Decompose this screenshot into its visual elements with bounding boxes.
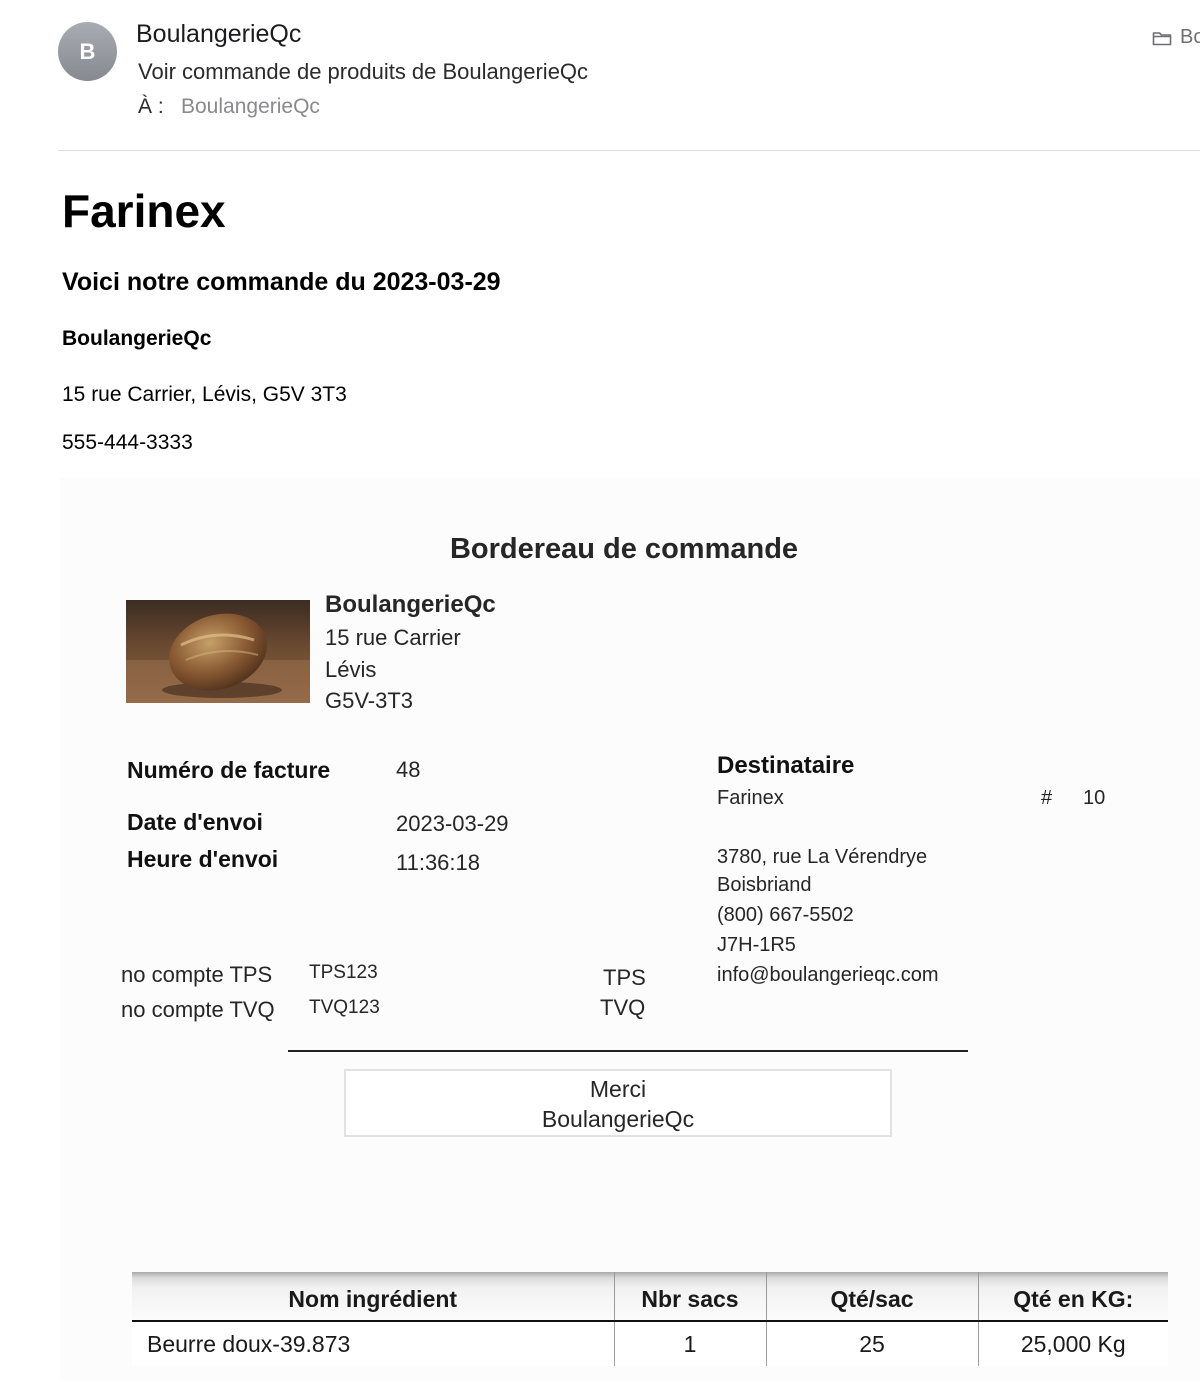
recipient-street: 3780, rue La Vérendrye xyxy=(717,846,928,868)
table-row: Beurre doux-39.873 1 25 25,000 Kg xyxy=(132,1321,1168,1366)
send-date-value: 2023-03-29 xyxy=(396,811,509,836)
recipient-name: Farinex xyxy=(717,787,784,809)
sender-avatar: B xyxy=(58,22,117,81)
company-title: Farinex xyxy=(62,185,226,237)
slip-business-postal: G5V-3T3 xyxy=(325,688,414,713)
sender-name: BoulangerieQc xyxy=(136,20,302,48)
tps-account-label: no compte TPS xyxy=(121,962,273,987)
business-name: BoulangerieQc xyxy=(62,327,212,350)
thanks-box: Merci BoulangerieQc xyxy=(344,1069,892,1137)
thanks-line-2: BoulangerieQc xyxy=(541,1106,695,1132)
order-heading: Voici notre commande du 2023-03-29 xyxy=(62,268,501,296)
column-header: Nbr sacs xyxy=(613,1272,766,1322)
recipient-email[interactable]: info@boulangerieqc.com xyxy=(717,964,939,987)
thanks-line-1: Merci xyxy=(589,1076,647,1102)
recipient-postal: J7H-1R5 xyxy=(717,934,796,956)
slip-title: Bordereau de commande xyxy=(449,533,799,565)
folder-indicator[interactable]: Bo xyxy=(1152,26,1200,49)
bread-image xyxy=(126,600,310,703)
table-header-row: Nom ingrédient Nbr sacs Qté/sac Qté en K… xyxy=(132,1272,1168,1322)
folder-icon xyxy=(1152,30,1172,46)
column-header: Nom ingrédient xyxy=(132,1272,614,1322)
recipient-city: Boisbriand xyxy=(717,874,812,896)
send-time-label: Heure d'envoi xyxy=(127,846,279,872)
slip-business-name: BoulangerieQc xyxy=(325,591,496,618)
slip-business-city: Lévis xyxy=(325,657,377,682)
signature-rule xyxy=(288,1050,968,1052)
qty-per-bag-cell: 25 xyxy=(765,1321,978,1366)
invoice-number-label: Numéro de facture xyxy=(127,757,331,783)
header-divider xyxy=(58,150,1200,151)
column-header: Qté en KG: xyxy=(977,1272,1168,1322)
ingredients-table: Nom ingrédient Nbr sacs Qté/sac Qté en K… xyxy=(132,1272,1168,1366)
folder-label: Bo xyxy=(1180,26,1200,48)
tps-label: TPS xyxy=(603,965,646,990)
email-subject: Voir commande de produits de Boulangerie… xyxy=(138,59,589,84)
qty-kg-cell: 25,000 Kg xyxy=(977,1321,1168,1366)
tps-account-value: TPS123 xyxy=(309,962,378,983)
recipient-value[interactable]: BoulangerieQc xyxy=(181,95,320,119)
tvq-account-label: no compte TVQ xyxy=(121,997,275,1022)
send-date-label: Date d'envoi xyxy=(127,809,263,835)
invoice-number-value: 48 xyxy=(396,757,421,782)
recipient-label: À : xyxy=(138,95,164,118)
recipient-title: Destinataire xyxy=(717,752,855,779)
slip-business-street: 15 rue Carrier xyxy=(325,625,461,650)
recipient-number-sign: # xyxy=(1041,787,1053,809)
business-phone: 555-444-3333 xyxy=(62,431,193,454)
business-address: 15 rue Carrier, Lévis, G5V 3T3 xyxy=(62,383,347,406)
recipient-number: 10 xyxy=(1083,787,1106,809)
send-time-value: 11:36:18 xyxy=(396,850,481,875)
recipient-phone: (800) 667-5502 xyxy=(717,904,854,926)
tvq-label: TVQ xyxy=(600,995,646,1020)
column-header: Qté/sac xyxy=(765,1272,978,1322)
ingredient-name-cell: Beurre doux-39.873 xyxy=(132,1321,614,1366)
bag-count-cell: 1 xyxy=(613,1321,766,1366)
tvq-account-value: TVQ123 xyxy=(309,997,380,1018)
